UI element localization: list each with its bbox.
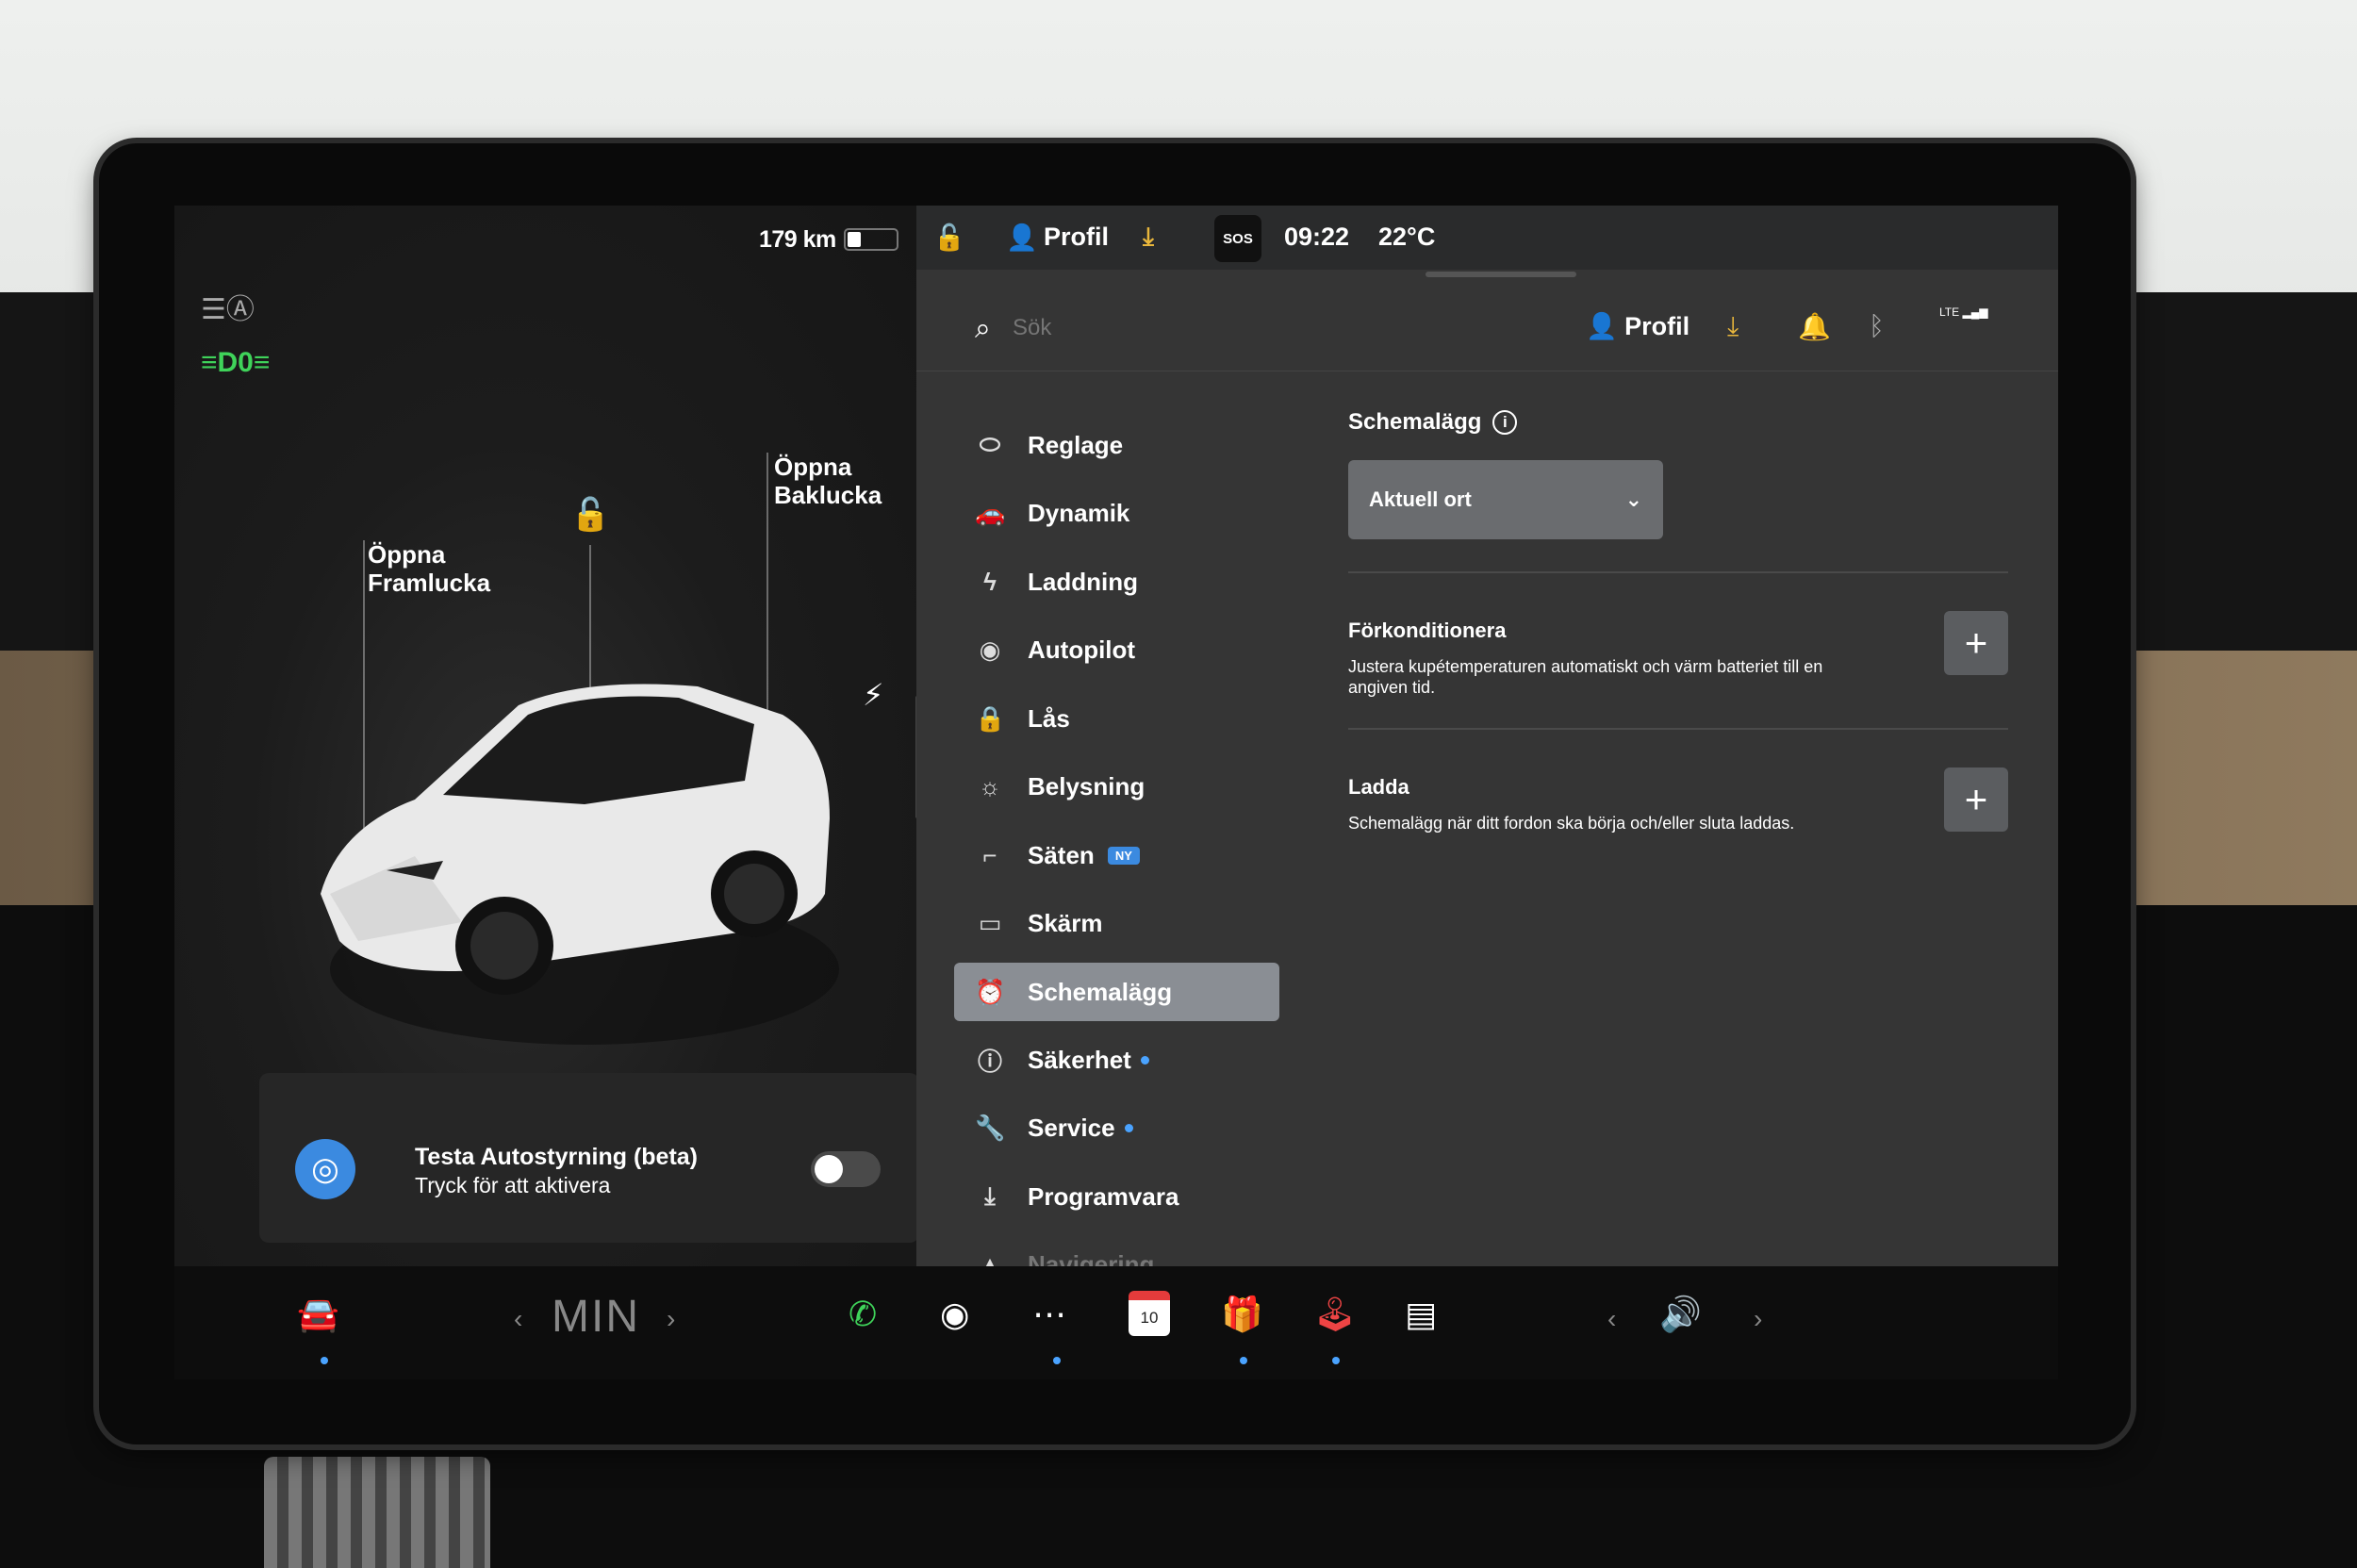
open-frunk-label[interactable]: Öppna Framlucka xyxy=(368,540,490,597)
wrench-icon: 🔧 xyxy=(975,1114,1006,1143)
menu-item-skarm[interactable]: ▭ Skärm xyxy=(954,890,1279,959)
precondition-row: Förkonditionera Justera kupétemperaturen… xyxy=(1348,573,2008,728)
battery-icon xyxy=(844,228,898,251)
autosteer-title: Testa Autostyrning (beta) xyxy=(415,1144,699,1170)
settings-panel: 🔓 👤 Profil ⤓ SOS 09:22 22°C ⌕ 👤 Profil ⤓… xyxy=(916,206,2058,1279)
joystick-icon[interactable]: 🕹 xyxy=(1313,1295,1357,1334)
volume-icon[interactable]: 🔊 xyxy=(1659,1295,1702,1334)
charge-port-icon[interactable]: ⚡ xyxy=(863,677,883,713)
bluetooth-icon[interactable]: ᛒ xyxy=(1869,311,1885,341)
menu-item-dynamik[interactable]: 🚗 Dynamik xyxy=(954,480,1279,549)
settings-header: ⌕ 👤 Profil ⤓ 🔔 ᛒ LTE ▂▄▆ xyxy=(916,277,2058,371)
cabin-temperature[interactable]: MIN xyxy=(552,1291,640,1343)
menu-item-las[interactable]: 🔒 Lås xyxy=(954,685,1279,753)
camera-icon[interactable]: ◉ xyxy=(940,1295,969,1334)
header-profile[interactable]: 👤 Profil xyxy=(1586,311,1689,341)
active-dot xyxy=(1332,1357,1340,1364)
sun-icon: ☼ xyxy=(979,772,1001,801)
menu-item-saten[interactable]: ⌐ Säten NY xyxy=(954,821,1279,890)
chevron-down-icon: ⌄ xyxy=(1624,487,1642,511)
menu-item-schemalagg[interactable]: ⏰ Schemalägg xyxy=(954,963,1279,1021)
charge-row: Ladda Schemalägg när ditt fordon ska bör… xyxy=(1348,730,2008,884)
download-icon[interactable]: ⤓ xyxy=(1143,223,1154,253)
more-apps-icon[interactable]: ⋯ xyxy=(1032,1295,1066,1334)
temp-up-chevron[interactable]: › xyxy=(667,1304,675,1334)
download-icon: ⤓ xyxy=(984,1181,996,1211)
add-precondition-button[interactable]: + xyxy=(1944,611,2008,675)
add-charge-button[interactable]: + xyxy=(1944,767,2008,832)
notification-dot xyxy=(1140,1055,1149,1065)
toybox-icon[interactable]: 🎁 xyxy=(1221,1295,1263,1334)
vehicle-panel: 179 km ☰Ⓐ ≡D0≡ Öppna Framlucka Öppna Bak… xyxy=(174,206,919,1266)
settings-menu: ⬭ Reglage 🚗 Dynamik ϟ Laddning ◉ Autopilot 🔒… xyxy=(954,411,1279,1299)
menu-item-programvara[interactable]: ⤓ Programvara xyxy=(954,1163,1279,1231)
schedule-content: Schemalägg i Aktuell ort ⌄ Förkonditione… xyxy=(1348,409,2008,884)
range-readout: 179 km xyxy=(759,226,836,253)
alarm-clock-icon: ⏰ xyxy=(975,977,1006,1006)
calendar-icon[interactable]: 10 xyxy=(1129,1291,1170,1336)
car-icon[interactable]: 🚘 xyxy=(297,1295,339,1334)
menu-item-sakerhet[interactable]: ⓘ Säkerhet xyxy=(954,1026,1279,1095)
car-image xyxy=(321,684,839,1045)
dashcam-icon[interactable]: ▤ xyxy=(1405,1295,1437,1334)
menu-item-belysning[interactable]: ☼ Belysning xyxy=(954,753,1279,822)
auto-headlights-icon[interactable]: ☰Ⓐ xyxy=(201,286,255,327)
unlock-icon[interactable]: 🔓 xyxy=(570,496,610,534)
schedule-title: Schemalägg i xyxy=(1348,409,2008,436)
touchscreen: 179 km ☰Ⓐ ≡D0≡ Öppna Framlucka Öppna Bak… xyxy=(174,206,2058,1379)
charge-description: Schemalägg när ditt fordon ska börja och… xyxy=(1348,814,1795,833)
charge-title: Ladda xyxy=(1348,775,1409,799)
download-icon[interactable]: ⤓ xyxy=(1727,311,1739,342)
precondition-description: Justera kupétemperaturen automatiskt och… xyxy=(1348,657,1823,697)
menu-item-service[interactable]: 🔧 Service xyxy=(954,1095,1279,1164)
lock-icon: 🔒 xyxy=(975,703,1006,733)
active-dot xyxy=(1240,1357,1247,1364)
seat-icon: ⌐ xyxy=(982,840,997,869)
clock: 09:22 xyxy=(1284,223,1350,251)
sos-button[interactable]: SOS xyxy=(1214,215,1261,262)
info-circle-icon: ⓘ xyxy=(977,1047,1002,1076)
bottom-dock: 🚘 ‹ MIN › ✆ ◉ ⋯ 10 🎁 🕹 ▤ ‹ 🔊 › xyxy=(174,1266,2058,1379)
display-icon: ▭ xyxy=(978,909,1002,938)
lock-status-icon[interactable]: 🔓 xyxy=(933,223,965,253)
autosteer-toggle[interactable] xyxy=(811,1151,881,1187)
status-profile-label[interactable]: Profil xyxy=(1044,223,1109,252)
bolt-icon: ϟ xyxy=(983,567,997,596)
menu-item-reglage[interactable]: ⬭ Reglage xyxy=(954,411,1279,480)
active-dot xyxy=(1053,1357,1061,1364)
user-icon: 👤 xyxy=(1006,223,1038,252)
steering-wheel-icon: ◎ xyxy=(295,1139,355,1199)
autosteer-subtitle: Tryck för att aktivera xyxy=(415,1173,611,1197)
steering-wheel-icon: ◉ xyxy=(979,635,1001,665)
menu-item-autopilot[interactable]: ◉ Autopilot xyxy=(954,617,1279,685)
volume-down-chevron[interactable]: ‹ xyxy=(1607,1304,1616,1334)
car-icon: 🚗 xyxy=(975,499,1006,528)
volume-up-chevron[interactable]: › xyxy=(1754,1304,1762,1334)
menu-item-laddning[interactable]: ϟ Laddning xyxy=(954,548,1279,617)
active-dot xyxy=(321,1357,328,1364)
air-vent xyxy=(264,1457,490,1568)
bell-icon[interactable]: 🔔 xyxy=(1798,311,1831,342)
lte-signal-icon: LTE ▂▄▆ xyxy=(1939,305,1988,319)
temp-down-chevron[interactable]: ‹ xyxy=(514,1304,522,1334)
status-bar: 🔓 👤 Profil ⤓ SOS 09:22 22°C xyxy=(916,206,2058,270)
location-dropdown[interactable]: Aktuell ort ⌄ xyxy=(1348,460,1663,539)
parking-lights-icon[interactable]: ≡D0≡ xyxy=(201,347,270,379)
new-badge: NY xyxy=(1107,846,1140,865)
phone-icon[interactable]: ✆ xyxy=(849,1295,877,1334)
search-icon[interactable]: ⌕ xyxy=(975,313,991,345)
precondition-title: Förkonditionera xyxy=(1348,619,1507,642)
search-input[interactable] xyxy=(1013,311,1295,345)
info-icon[interactable]: i xyxy=(1492,410,1518,435)
outside-temperature: 22°C xyxy=(1378,223,1436,251)
autosteer-card[interactable]: ◎ Testa Autostyrning (beta) Tryck för at… xyxy=(259,1073,919,1243)
open-trunk-label[interactable]: Öppna Baklucka xyxy=(774,453,882,509)
notification-dot xyxy=(1124,1124,1133,1133)
toggle-icon: ⬭ xyxy=(979,430,1001,459)
header-profile-label: Profil xyxy=(1624,312,1690,340)
user-icon: 👤 xyxy=(1586,312,1618,340)
